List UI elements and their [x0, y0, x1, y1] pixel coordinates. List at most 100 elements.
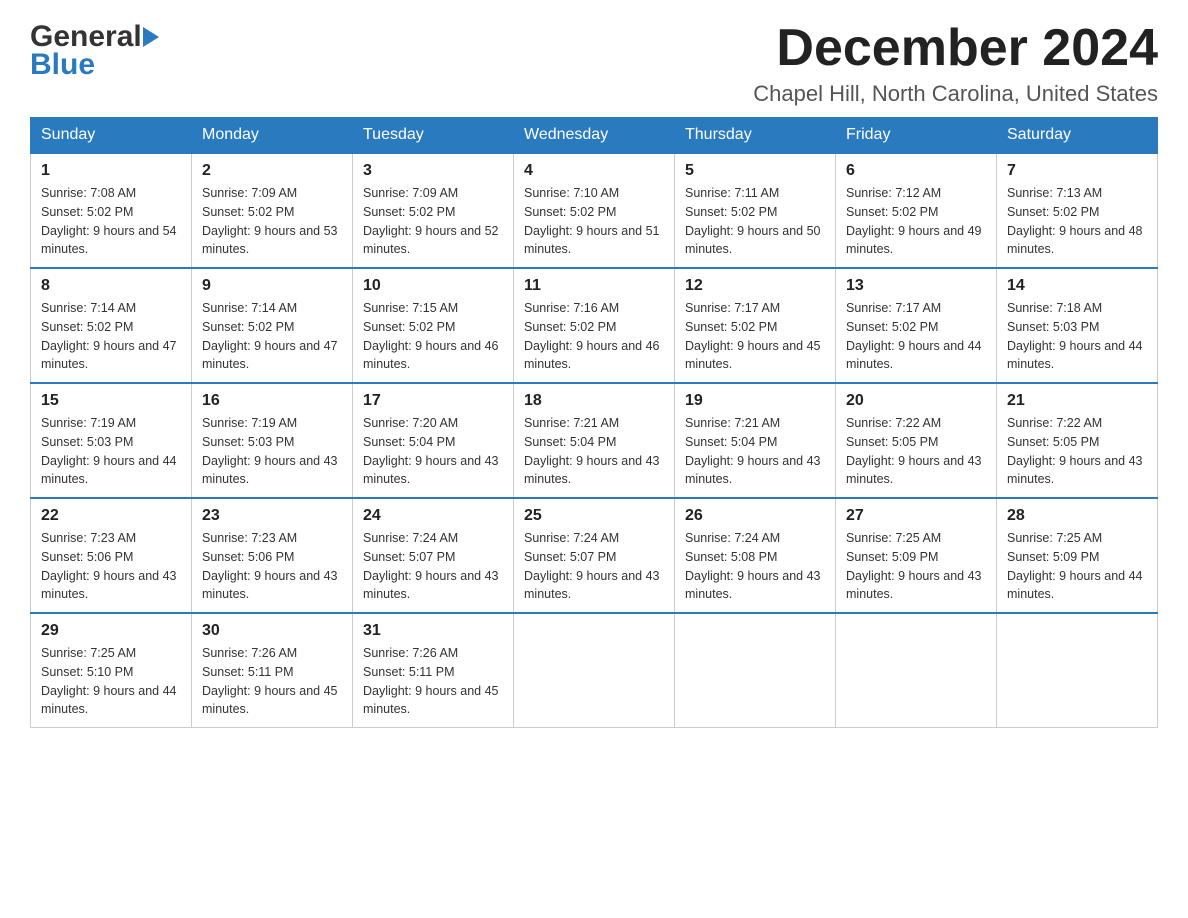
calendar-cell: 19 Sunrise: 7:21 AM Sunset: 5:04 PM Dayl… — [675, 383, 836, 498]
day-info: Sunrise: 7:25 AM Sunset: 5:10 PM Dayligh… — [41, 644, 181, 719]
sunrise-label: Sunrise: 7:22 AM — [846, 416, 941, 430]
day-info: Sunrise: 7:14 AM Sunset: 5:02 PM Dayligh… — [202, 299, 342, 374]
sunset-label: Sunset: 5:02 PM — [685, 320, 777, 334]
day-number: 18 — [524, 392, 664, 410]
calendar-cell: 17 Sunrise: 7:20 AM Sunset: 5:04 PM Dayl… — [353, 383, 514, 498]
calendar-table: Sunday Monday Tuesday Wednesday Thursday… — [30, 117, 1158, 728]
daylight-label: Daylight: 9 hours and 44 minutes. — [1007, 339, 1143, 372]
day-info: Sunrise: 7:11 AM Sunset: 5:02 PM Dayligh… — [685, 184, 825, 259]
calendar-cell: 24 Sunrise: 7:24 AM Sunset: 5:07 PM Dayl… — [353, 498, 514, 613]
calendar-cell: 18 Sunrise: 7:21 AM Sunset: 5:04 PM Dayl… — [514, 383, 675, 498]
week-row-5: 29 Sunrise: 7:25 AM Sunset: 5:10 PM Dayl… — [31, 613, 1158, 728]
calendar-cell — [675, 613, 836, 728]
daylight-label: Daylight: 9 hours and 50 minutes. — [685, 224, 821, 257]
calendar-cell — [836, 613, 997, 728]
week-row-4: 22 Sunrise: 7:23 AM Sunset: 5:06 PM Dayl… — [31, 498, 1158, 613]
day-number: 29 — [41, 622, 181, 640]
day-number: 23 — [202, 507, 342, 525]
day-info: Sunrise: 7:24 AM Sunset: 5:08 PM Dayligh… — [685, 529, 825, 604]
sunrise-label: Sunrise: 7:11 AM — [685, 186, 779, 200]
day-number: 27 — [846, 507, 986, 525]
sunrise-label: Sunrise: 7:25 AM — [846, 531, 941, 545]
day-info: Sunrise: 7:09 AM Sunset: 5:02 PM Dayligh… — [363, 184, 503, 259]
sunset-label: Sunset: 5:03 PM — [1007, 320, 1099, 334]
sunset-label: Sunset: 5:02 PM — [685, 205, 777, 219]
calendar-cell: 1 Sunrise: 7:08 AM Sunset: 5:02 PM Dayli… — [31, 153, 192, 268]
sunrise-label: Sunrise: 7:14 AM — [41, 301, 136, 315]
sunset-label: Sunset: 5:11 PM — [363, 665, 455, 679]
day-number: 15 — [41, 392, 181, 410]
day-info: Sunrise: 7:19 AM Sunset: 5:03 PM Dayligh… — [41, 414, 181, 489]
day-number: 19 — [685, 392, 825, 410]
day-number: 21 — [1007, 392, 1147, 410]
sunrise-label: Sunrise: 7:20 AM — [363, 416, 458, 430]
day-info: Sunrise: 7:18 AM Sunset: 5:03 PM Dayligh… — [1007, 299, 1147, 374]
daylight-label: Daylight: 9 hours and 51 minutes. — [524, 224, 660, 257]
sunrise-label: Sunrise: 7:21 AM — [685, 416, 780, 430]
sunset-label: Sunset: 5:05 PM — [1007, 435, 1099, 449]
daylight-label: Daylight: 9 hours and 45 minutes. — [363, 684, 499, 717]
day-number: 5 — [685, 162, 825, 180]
day-number: 12 — [685, 277, 825, 295]
calendar-cell: 6 Sunrise: 7:12 AM Sunset: 5:02 PM Dayli… — [836, 153, 997, 268]
day-info: Sunrise: 7:24 AM Sunset: 5:07 PM Dayligh… — [363, 529, 503, 604]
calendar-cell: 28 Sunrise: 7:25 AM Sunset: 5:09 PM Dayl… — [997, 498, 1158, 613]
sunrise-label: Sunrise: 7:26 AM — [363, 646, 458, 660]
day-number: 4 — [524, 162, 664, 180]
daylight-label: Daylight: 9 hours and 43 minutes. — [363, 454, 499, 487]
calendar-cell: 13 Sunrise: 7:17 AM Sunset: 5:02 PM Dayl… — [836, 268, 997, 383]
sunset-label: Sunset: 5:03 PM — [202, 435, 294, 449]
daylight-label: Daylight: 9 hours and 45 minutes. — [202, 684, 338, 717]
header-sunday: Sunday — [31, 118, 192, 154]
day-info: Sunrise: 7:20 AM Sunset: 5:04 PM Dayligh… — [363, 414, 503, 489]
day-number: 6 — [846, 162, 986, 180]
calendar-cell: 3 Sunrise: 7:09 AM Sunset: 5:02 PM Dayli… — [353, 153, 514, 268]
sunset-label: Sunset: 5:02 PM — [202, 205, 294, 219]
logo-arrow-icon — [143, 27, 159, 47]
header-friday: Friday — [836, 118, 997, 154]
day-number: 31 — [363, 622, 503, 640]
daylight-label: Daylight: 9 hours and 43 minutes. — [202, 569, 338, 602]
sunrise-label: Sunrise: 7:21 AM — [524, 416, 619, 430]
sunset-label: Sunset: 5:02 PM — [41, 320, 133, 334]
daylight-label: Daylight: 9 hours and 43 minutes. — [846, 569, 982, 602]
sunrise-label: Sunrise: 7:23 AM — [41, 531, 136, 545]
sunset-label: Sunset: 5:02 PM — [524, 205, 616, 219]
daylight-label: Daylight: 9 hours and 44 minutes. — [846, 339, 982, 372]
sunrise-label: Sunrise: 7:22 AM — [1007, 416, 1102, 430]
sunset-label: Sunset: 5:11 PM — [202, 665, 294, 679]
day-info: Sunrise: 7:08 AM Sunset: 5:02 PM Dayligh… — [41, 184, 181, 259]
sunrise-label: Sunrise: 7:13 AM — [1007, 186, 1102, 200]
calendar-subtitle: Chapel Hill, North Carolina, United Stat… — [753, 81, 1158, 107]
day-number: 7 — [1007, 162, 1147, 180]
calendar-cell: 7 Sunrise: 7:13 AM Sunset: 5:02 PM Dayli… — [997, 153, 1158, 268]
day-number: 25 — [524, 507, 664, 525]
calendar-cell: 12 Sunrise: 7:17 AM Sunset: 5:02 PM Dayl… — [675, 268, 836, 383]
sunset-label: Sunset: 5:08 PM — [685, 550, 777, 564]
day-number: 3 — [363, 162, 503, 180]
day-number: 30 — [202, 622, 342, 640]
daylight-label: Daylight: 9 hours and 47 minutes. — [202, 339, 338, 372]
sunrise-label: Sunrise: 7:19 AM — [41, 416, 136, 430]
daylight-label: Daylight: 9 hours and 44 minutes. — [41, 684, 177, 717]
daylight-label: Daylight: 9 hours and 43 minutes. — [202, 454, 338, 487]
day-number: 1 — [41, 162, 181, 180]
daylight-label: Daylight: 9 hours and 43 minutes. — [1007, 454, 1143, 487]
sunrise-label: Sunrise: 7:12 AM — [846, 186, 941, 200]
day-info: Sunrise: 7:14 AM Sunset: 5:02 PM Dayligh… — [41, 299, 181, 374]
calendar-cell: 31 Sunrise: 7:26 AM Sunset: 5:11 PM Dayl… — [353, 613, 514, 728]
week-row-3: 15 Sunrise: 7:19 AM Sunset: 5:03 PM Dayl… — [31, 383, 1158, 498]
daylight-label: Daylight: 9 hours and 45 minutes. — [685, 339, 821, 372]
day-info: Sunrise: 7:10 AM Sunset: 5:02 PM Dayligh… — [524, 184, 664, 259]
day-info: Sunrise: 7:25 AM Sunset: 5:09 PM Dayligh… — [1007, 529, 1147, 604]
calendar-cell: 25 Sunrise: 7:24 AM Sunset: 5:07 PM Dayl… — [514, 498, 675, 613]
sunrise-label: Sunrise: 7:24 AM — [685, 531, 780, 545]
daylight-label: Daylight: 9 hours and 46 minutes. — [363, 339, 499, 372]
calendar-cell: 20 Sunrise: 7:22 AM Sunset: 5:05 PM Dayl… — [836, 383, 997, 498]
daylight-label: Daylight: 9 hours and 43 minutes. — [41, 569, 177, 602]
daylight-label: Daylight: 9 hours and 44 minutes. — [1007, 569, 1143, 602]
sunrise-label: Sunrise: 7:16 AM — [524, 301, 619, 315]
week-row-1: 1 Sunrise: 7:08 AM Sunset: 5:02 PM Dayli… — [31, 153, 1158, 268]
calendar-cell: 15 Sunrise: 7:19 AM Sunset: 5:03 PM Dayl… — [31, 383, 192, 498]
day-number: 20 — [846, 392, 986, 410]
